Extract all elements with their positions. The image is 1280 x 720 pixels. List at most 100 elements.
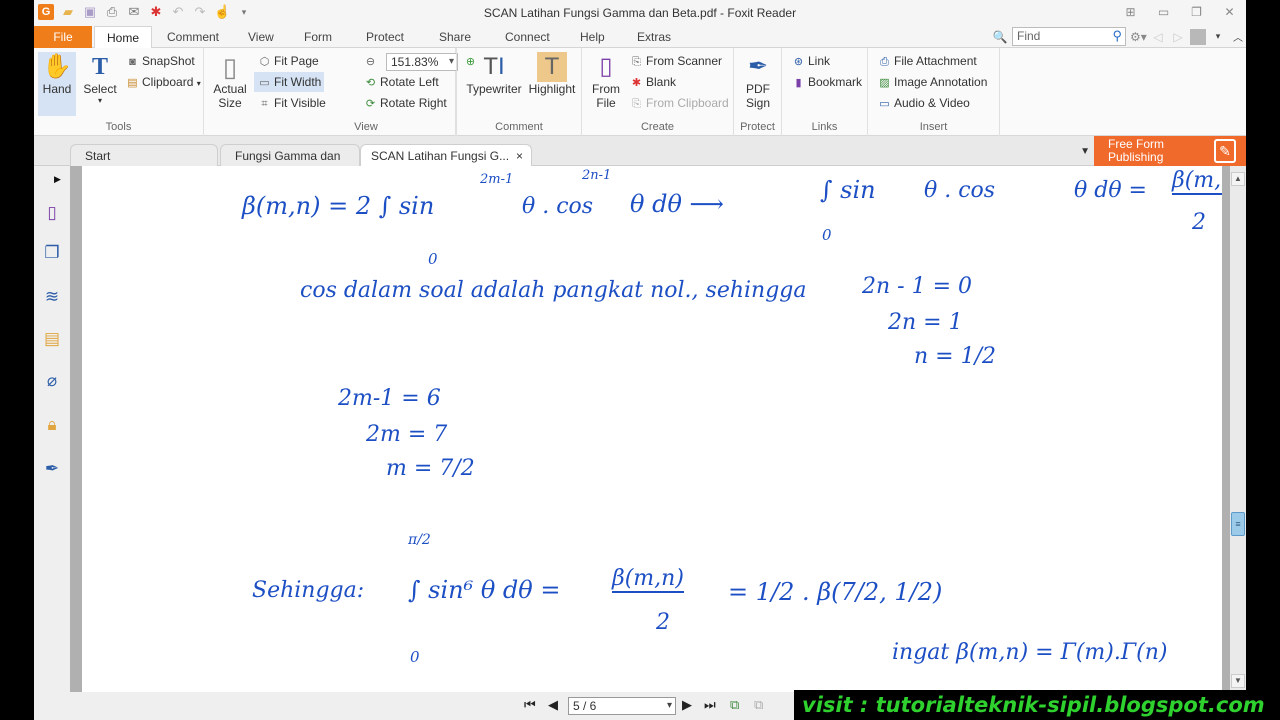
account-dropdown-icon[interactable]: ▾ xyxy=(1210,31,1226,42)
expand-panel-icon[interactable]: ▶ xyxy=(54,174,61,185)
eq-2m: 2m = 7 xyxy=(366,422,448,447)
pdf-page-view[interactable]: β(m,n) = 2 ∫ sin 2m-1 θ . cos 2n-1 θ dθ … xyxy=(82,166,1222,692)
title-bar: G ▰ ▣ ⎙ ✉ ✱ ↶ ↷ ☝ ▾ SCAN Latihan Fungsi … xyxy=(34,0,1246,26)
close-tab-icon[interactable]: × xyxy=(516,145,523,167)
tab-list-dropdown-icon[interactable]: ▼ xyxy=(1080,146,1090,157)
zoom-out-button[interactable]: ⊖ xyxy=(360,51,383,71)
minimize-button[interactable]: ▭ xyxy=(1147,2,1180,22)
tab-view[interactable]: View xyxy=(236,26,286,48)
user-avatar-icon[interactable] xyxy=(1190,28,1206,45)
maximize-button[interactable]: ❐ xyxy=(1180,2,1213,22)
tab-scan-latihan-label: SCAN Latihan Fungsi G... xyxy=(371,149,510,163)
comments-icon[interactable]: ▤ xyxy=(41,328,63,350)
fit-visible-button[interactable]: ⌗ Fit Visible xyxy=(254,93,329,113)
typewriter-icon: TI xyxy=(483,53,505,80)
from-scanner-button[interactable]: ⎘ From Scanner xyxy=(626,51,725,71)
tab-home[interactable]: Home xyxy=(94,26,153,49)
group-insert: ⎙ File Attachment ▨ Image Annotation ▭ Audi… xyxy=(868,48,1000,136)
clipboard-button[interactable]: ▤ Clipboard ▾ xyxy=(122,72,204,92)
camera-icon: ◙ xyxy=(129,56,136,68)
tab-protect[interactable]: Protect xyxy=(354,26,416,48)
tab-file[interactable]: File xyxy=(34,26,92,48)
tab-help[interactable]: Help xyxy=(568,26,617,48)
tab-form[interactable]: Form xyxy=(292,26,344,48)
scroll-up-button[interactable]: ▲ xyxy=(1231,172,1245,186)
snapshot-button[interactable]: ◙ SnapShot xyxy=(122,51,198,71)
page-number-select[interactable]: 5 / 6 xyxy=(568,697,676,715)
restore-layout-icon[interactable]: ⊞ xyxy=(1114,2,1147,22)
highlight-button[interactable]: T Highlight xyxy=(527,52,577,96)
from-file-label-2: File xyxy=(596,96,616,110)
pages-icon[interactable]: ❐ xyxy=(41,242,63,264)
free-form-publishing-banner[interactable]: Free Form Publishing ✎ xyxy=(1094,136,1246,166)
find-input[interactable]: Find ⚲ xyxy=(1012,27,1126,46)
vertical-scrollbar[interactable]: ▲ ≡ ▼ xyxy=(1230,166,1246,692)
eq-m: m = 7/2 xyxy=(386,456,475,481)
layers-icon[interactable]: ≋ xyxy=(41,286,63,308)
actual-size-button[interactable]: ▯ Actual Size xyxy=(212,52,248,110)
settings-icon[interactable]: ⚙▾ xyxy=(1130,30,1147,44)
from-file-button[interactable]: ▯ From File xyxy=(588,52,624,110)
tab-connect[interactable]: Connect xyxy=(493,26,562,48)
previous-page-button[interactable]: ◀ xyxy=(548,697,558,713)
from-scanner-label: From Scanner xyxy=(646,54,723,68)
fit-width-icon: ▭ xyxy=(259,77,270,89)
page-thumbnail-icon[interactable]: ▯ xyxy=(41,202,63,224)
rotate-right-button[interactable]: ⟳ Rotate Right xyxy=(360,93,450,113)
tab-extras[interactable]: Extras xyxy=(625,26,683,48)
tab-fungsi-gamma[interactable]: Fungsi Gamma dan BE... xyxy=(220,144,360,185)
file-attachment-button[interactable]: ⎙ File Attachment xyxy=(874,51,980,71)
fit-width-button[interactable]: ▭ Fit Width xyxy=(254,72,325,92)
tab-start[interactable]: Start xyxy=(70,144,218,166)
film-icon: ▭ xyxy=(879,98,890,110)
fit-visible-label: Fit Visible xyxy=(274,96,326,110)
pdf-sign-button[interactable]: ✒ PDF Sign xyxy=(738,52,778,110)
zoom-level-select[interactable]: 151.83% xyxy=(386,53,458,71)
hand-button[interactable]: ✋ Hand xyxy=(38,52,76,116)
attachments-icon[interactable]: ⌀ xyxy=(41,370,63,392)
rotate-left-button[interactable]: ⟲ Rotate Left xyxy=(360,72,442,92)
window-controls: ⊞ ▭ ❐ ✕ xyxy=(1114,2,1246,22)
scroll-down-button[interactable]: ▼ xyxy=(1231,674,1245,688)
previous-view-icon[interactable]: ⧉ xyxy=(730,697,739,713)
from-file-icon: ▯ xyxy=(599,53,613,80)
fit-page-button[interactable]: ⬡ Fit Page xyxy=(254,51,322,71)
exponent-2m-1: 2m-1 xyxy=(480,172,514,187)
image-annotation-button[interactable]: ▨ Image Annotation xyxy=(874,72,990,92)
from-clipboard-button[interactable]: ⎘ From Clipboard xyxy=(626,93,732,113)
typewriter-button[interactable]: TI Typewriter xyxy=(465,52,523,96)
tools-group-label: Tools xyxy=(105,121,132,133)
tab-comment[interactable]: Comment xyxy=(155,26,231,48)
tab-scan-latihan[interactable]: SCAN Latihan Fungsi G... × xyxy=(360,144,532,166)
next-view-icon[interactable]: ⧉ xyxy=(754,697,763,713)
actual-size-label-2: Size xyxy=(218,96,242,110)
tab-share[interactable]: Share xyxy=(427,26,483,48)
security-lock-icon[interactable]: 🔒︎ xyxy=(41,414,63,436)
link-button[interactable]: ⊛ Link xyxy=(788,51,833,71)
eq-n: n = 1/2 xyxy=(914,344,996,369)
file-attachment-label: File Attachment xyxy=(894,54,977,68)
close-button[interactable]: ✕ xyxy=(1213,2,1246,22)
scroll-thumb[interactable]: ≡ xyxy=(1231,512,1245,536)
blank-button[interactable]: ✱ Blank xyxy=(626,72,679,92)
next-result-icon[interactable]: ▷ xyxy=(1170,30,1186,44)
cos-term-2: θ . cos xyxy=(924,178,996,203)
last-page-button[interactable]: ⏭ xyxy=(704,697,716,713)
link-label: Link xyxy=(808,54,831,68)
explanation-text: cos dalam soal adalah pangkat nol., sehi… xyxy=(300,278,807,303)
collapse-ribbon-icon[interactable]: ︿ xyxy=(1230,29,1246,44)
bookmark-button[interactable]: ▮ Bookmark xyxy=(788,72,865,92)
scanner-icon: ⎘ xyxy=(632,56,641,68)
audio-video-button[interactable]: ▭ Audio & Video xyxy=(874,93,973,113)
signatures-icon[interactable]: ✒ xyxy=(41,458,63,480)
search-icon[interactable]: ⚲ xyxy=(1112,27,1122,44)
image-icon: ▨ xyxy=(879,77,890,89)
fit-width-label: Fit Width xyxy=(274,75,322,89)
lower-limit-0-c: 0 xyxy=(410,648,420,666)
first-page-button[interactable]: ⏮ xyxy=(524,697,536,713)
select-button[interactable]: T Select ▾ xyxy=(80,52,120,105)
previous-result-icon[interactable]: ◁ xyxy=(1150,30,1166,44)
folder-search-icon[interactable]: 🔍 xyxy=(992,30,1008,44)
left-gutter xyxy=(70,166,82,692)
next-page-button[interactable]: ▶ xyxy=(682,697,692,713)
